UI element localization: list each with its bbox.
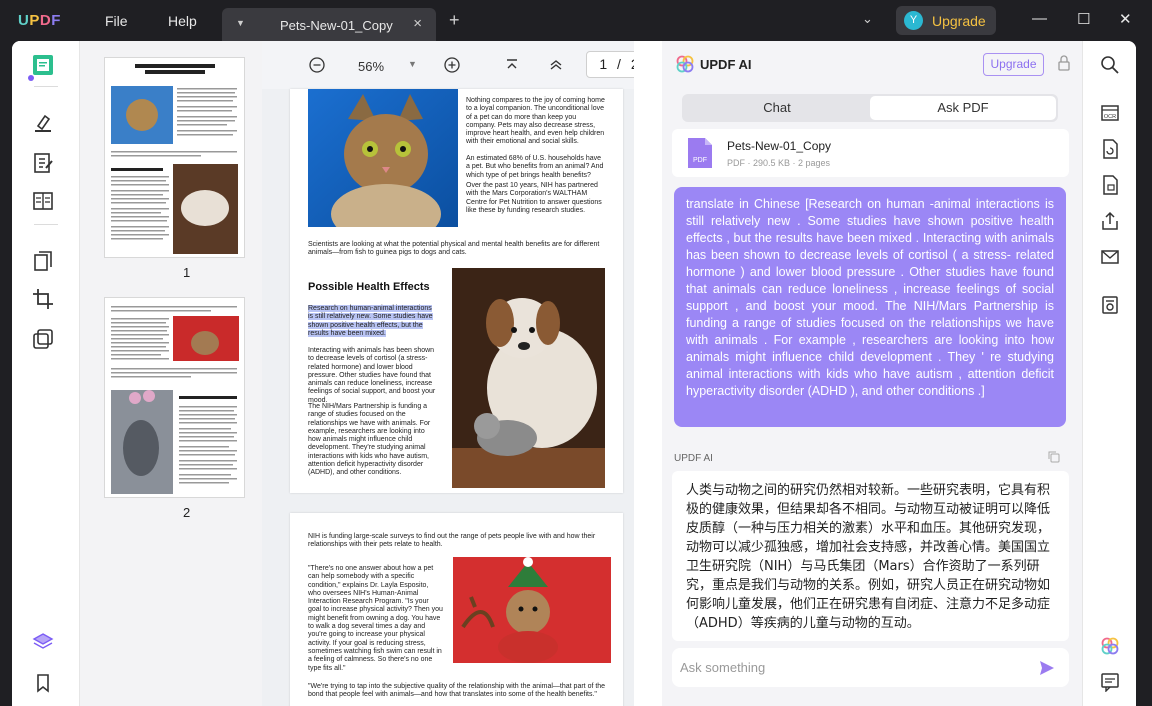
ask-input-box [672, 648, 1069, 687]
attached-file-card[interactable]: PDF Pets-New-01_Copy PDF · 290.5 KB · 2 … [672, 129, 1069, 177]
upgrade-button[interactable]: Y Upgrade [896, 6, 996, 35]
email-icon[interactable] [1100, 247, 1120, 267]
ai-upgrade-button[interactable]: Upgrade [983, 53, 1044, 76]
minimize-icon[interactable]: — [1032, 10, 1047, 27]
thumbnail-number-2: 2 [183, 505, 191, 520]
pdf-icon-text: PDF [693, 157, 707, 164]
page1-nih-text: Over the past 10 years, NIH has partnere… [466, 182, 602, 214]
layers-icon[interactable] [32, 631, 54, 653]
page2-intro-text: NIH is funding large-scale surveys to fi… [308, 533, 596, 549]
close-window-icon[interactable]: ✕ [1119, 10, 1132, 28]
page-thumbnail-1[interactable] [104, 57, 245, 258]
ai-reply-message: 人类与动物之间的研究仍然相对较新。一些研究表明，它具有积极的健康效果，但结果却各… [672, 471, 1069, 641]
menu-help[interactable]: Help [168, 13, 197, 29]
current-page: 1 [599, 56, 608, 72]
tab-dropdown-icon[interactable]: ▼ [236, 18, 245, 28]
search-icon[interactable] [1100, 55, 1120, 75]
document-viewer: 56% ▼ 1 / 2 [262, 41, 634, 706]
main-frame: 1 2 56% ▼ 1 / Nothing compares to the jo… [12, 41, 1136, 706]
zoom-in-icon[interactable] [444, 57, 460, 73]
bookmark-icon[interactable] [32, 672, 54, 694]
page1-body-text-2: The NIH/Mars Partnership is funding a ra… [308, 403, 431, 477]
title-bar: UPDF File Help ▼ Pets-New-01_Copy × + ⌄ … [0, 0, 1152, 41]
share-icon[interactable] [1100, 211, 1120, 231]
upgrade-label: Upgrade [932, 13, 986, 29]
organize-pages-icon[interactable] [32, 250, 54, 272]
ai-mode-tabs: Chat Ask PDF [682, 94, 1058, 122]
avatar: Y [904, 11, 923, 30]
crop-icon[interactable] [32, 288, 54, 310]
pdf-page-2: NIH is funding large-scale surveys to fi… [290, 513, 623, 706]
comment-highlighter-icon[interactable] [32, 112, 54, 134]
page1-highlighted-text: Research on human-animal interactions is… [308, 305, 438, 338]
ai-panel-title: UPDF AI [700, 57, 752, 72]
highlight-span[interactable]: Research on human-animal interactions is… [308, 305, 433, 337]
user-message: translate in Chinese [Research on human … [674, 187, 1066, 427]
chat-comments-icon[interactable] [1100, 672, 1120, 692]
page1-stat-text: An estimated 68% of U.S. households have… [466, 155, 604, 179]
first-page-icon[interactable] [505, 58, 519, 72]
ask-input[interactable] [680, 657, 1020, 677]
file-meta: PDF · 290.5 KB · 2 pages [727, 158, 831, 168]
menu-file[interactable]: File [105, 13, 128, 29]
lock-icon[interactable] [1057, 55, 1071, 71]
page2-quote-text: "There's no one answer about how a pet c… [308, 565, 443, 672]
page-number-input[interactable]: 1 / 2 [586, 51, 634, 78]
chevron-down-icon[interactable]: ⌄ [862, 11, 873, 27]
ai-panel: UPDF AI Upgrade Chat Ask PDF PDF Pets-Ne… [662, 41, 1082, 706]
page1-scientists-text: Scientists are looking at what the poten… [308, 241, 600, 257]
form-icon[interactable] [32, 190, 54, 212]
pdf-file-icon: PDF [688, 138, 712, 168]
tools-icon[interactable] [32, 328, 54, 350]
reader-mode-icon[interactable] [28, 54, 54, 81]
ai-reply-label: UPDF AI [674, 453, 713, 464]
cat-photo [308, 89, 458, 227]
tab-ask-pdf[interactable]: Ask PDF [870, 96, 1056, 120]
svg-text:OCR: OCR [1104, 114, 1116, 120]
left-toolbar [12, 41, 80, 706]
updf-ai-logo-icon [676, 55, 694, 73]
zoom-level[interactable]: 56% [358, 59, 384, 74]
maximize-icon[interactable]: ☐ [1077, 10, 1090, 28]
updf-ai-icon[interactable] [1100, 636, 1120, 656]
zoom-out-icon[interactable] [309, 57, 325, 73]
total-pages: 2 [631, 56, 634, 72]
zoom-dropdown-icon[interactable]: ▼ [408, 59, 417, 69]
new-tab-icon[interactable]: + [449, 10, 460, 31]
tab-chat[interactable]: Chat [684, 96, 870, 120]
save-icon[interactable] [1100, 295, 1120, 315]
convert-icon[interactable] [1100, 139, 1120, 159]
close-tab-icon[interactable]: × [413, 15, 422, 32]
viewer-toolbar: 56% ▼ 1 / 2 [262, 41, 634, 89]
tab-title: Pets-New-01_Copy [280, 18, 393, 33]
updf-logo: UPDF [18, 12, 61, 29]
document-tab[interactable]: ▼ Pets-New-01_Copy × [222, 8, 436, 41]
edit-pdf-icon[interactable] [32, 152, 54, 174]
file-name: Pets-New-01_Copy [727, 139, 832, 153]
page1-body-text-1: Interacting with animals has been shown … [308, 347, 436, 404]
ocr-icon[interactable]: OCR [1100, 103, 1120, 123]
copy-icon[interactable] [1048, 451, 1060, 463]
page-thumbnail-2[interactable] [104, 297, 245, 498]
protect-icon[interactable] [1100, 175, 1120, 195]
dog-santa-photo [453, 557, 611, 663]
dog-cat-photo [452, 268, 605, 488]
page2-bottom-text: "We're trying to tap into the subjective… [308, 683, 606, 699]
send-icon[interactable] [1039, 660, 1055, 676]
app-window: UPDF File Help ▼ Pets-New-01_Copy × + ⌄ … [0, 0, 1152, 706]
page1-intro-text: Nothing compares to the joy of coming ho… [466, 97, 605, 146]
thumbnail-panel: 1 2 [80, 41, 262, 706]
right-toolbar: OCR [1082, 41, 1136, 706]
page-separator: / [617, 56, 621, 72]
thumbnail-number-1: 1 [183, 265, 191, 280]
previous-page-icon[interactable] [549, 58, 563, 72]
pdf-page-1: Nothing compares to the joy of coming ho… [290, 89, 623, 493]
page1-heading: Possible Health Effects [308, 281, 430, 293]
